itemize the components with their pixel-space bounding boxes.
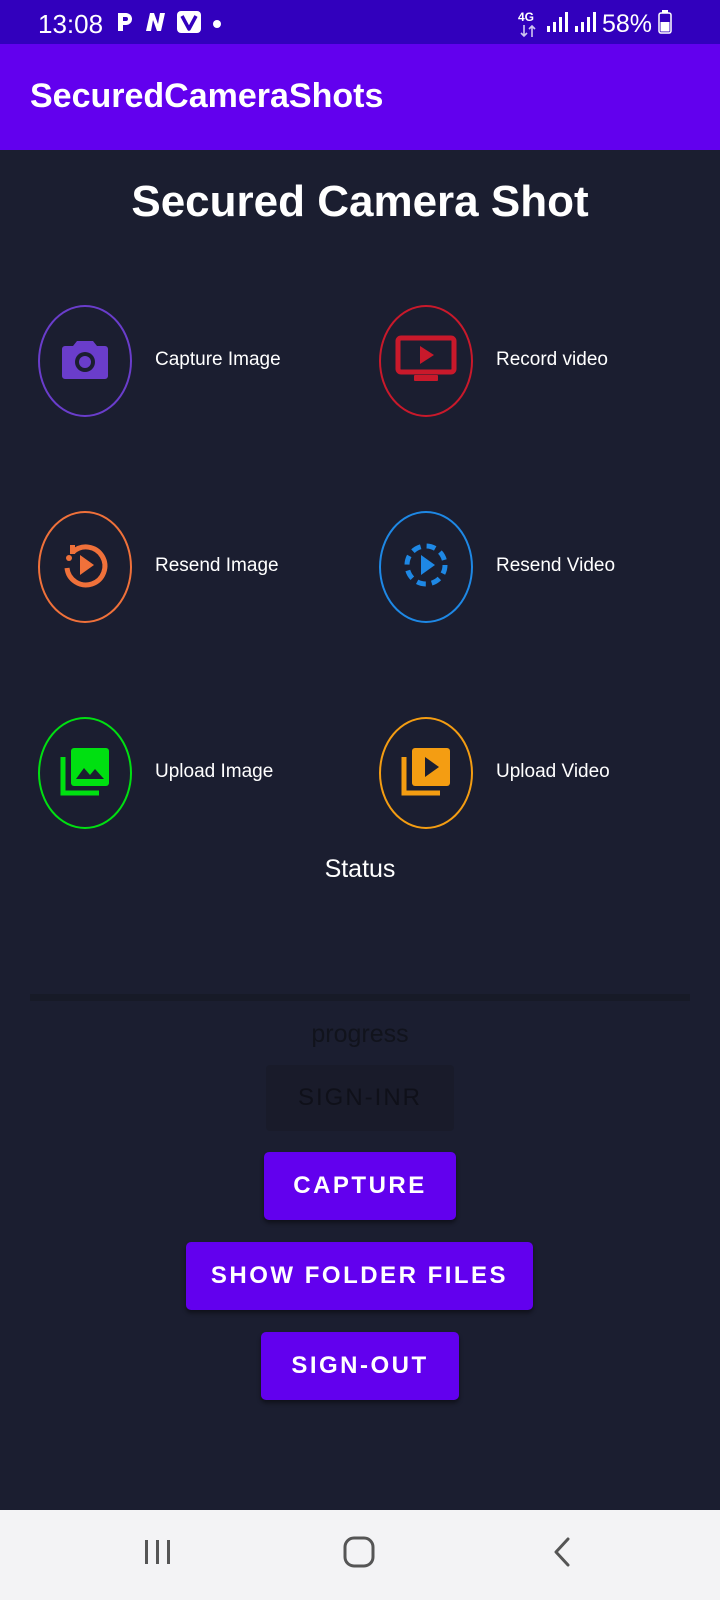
- p-icon: [116, 11, 134, 38]
- recent-apps-icon[interactable]: [142, 1534, 174, 1575]
- battery-percent: 58%: [601, 10, 652, 38]
- upload-video-label: Upload Video: [496, 761, 610, 782]
- status-bar: 13:08 4G 58%: [0, 0, 720, 44]
- record-video-label: Record video: [496, 349, 608, 370]
- status-right: 4G 58%: [518, 9, 672, 39]
- back-icon[interactable]: [548, 1534, 576, 1575]
- resend-video-action[interactable]: Resend Video: [379, 511, 699, 623]
- resend-image-button[interactable]: [38, 511, 132, 623]
- upload-video-button[interactable]: [379, 717, 473, 829]
- video-library-icon: [400, 745, 452, 802]
- upload-image-button[interactable]: [38, 717, 132, 829]
- notification-icons: [116, 10, 224, 39]
- signal-icon-2: [574, 11, 596, 38]
- camera-icon: [60, 337, 110, 386]
- signal-icon: [546, 11, 568, 38]
- progress-text: progress: [311, 1020, 409, 1048]
- resend-image-action[interactable]: Resend Image: [38, 511, 358, 623]
- sign-out-button[interactable]: SIGN-OUT: [261, 1332, 459, 1400]
- show-folder-files-button[interactable]: SHOW FOLDER FILES: [186, 1242, 533, 1310]
- replay-dashed-icon: [401, 540, 451, 595]
- home-icon[interactable]: [342, 1534, 378, 1575]
- resend-image-label: Resend Image: [155, 555, 279, 576]
- status-time: 13:08: [38, 9, 104, 39]
- app-bar: SecuredCameraShots: [0, 44, 720, 150]
- capture-button[interactable]: CAPTURE: [264, 1152, 456, 1220]
- resend-video-label: Resend Video: [496, 555, 616, 576]
- upload-image-action[interactable]: Upload Image: [38, 717, 358, 829]
- resend-video-button[interactable]: [379, 511, 473, 623]
- record-video-button[interactable]: [379, 305, 473, 417]
- status-text: Status: [324, 855, 396, 883]
- photo-library-icon: [59, 745, 111, 802]
- v-icon: [176, 10, 202, 39]
- capture-image-button[interactable]: [38, 305, 132, 417]
- capture-image-label: Capture Image: [155, 349, 281, 370]
- page-title: Secured Camera Shot: [131, 177, 589, 226]
- video-screen-icon: [395, 335, 457, 388]
- network-type-icon: 4G: [518, 9, 540, 39]
- progress-bar-track: [30, 994, 690, 1001]
- dot-icon: [210, 11, 224, 38]
- app-title: SecuredCameraShots: [30, 77, 384, 115]
- replay-icon: [60, 540, 110, 595]
- battery-icon: [658, 9, 672, 39]
- network-type-label: 4G: [517, 10, 534, 24]
- upload-image-label: Upload Image: [155, 761, 274, 782]
- capture-image-action[interactable]: Capture Image: [38, 305, 358, 417]
- record-video-action[interactable]: Record video: [379, 305, 699, 417]
- n-icon: [142, 11, 168, 38]
- sign-in-button[interactable]: SIGN-INR: [266, 1065, 454, 1131]
- navigation-bar: [0, 1510, 720, 1600]
- upload-video-action[interactable]: Upload Video: [379, 717, 699, 829]
